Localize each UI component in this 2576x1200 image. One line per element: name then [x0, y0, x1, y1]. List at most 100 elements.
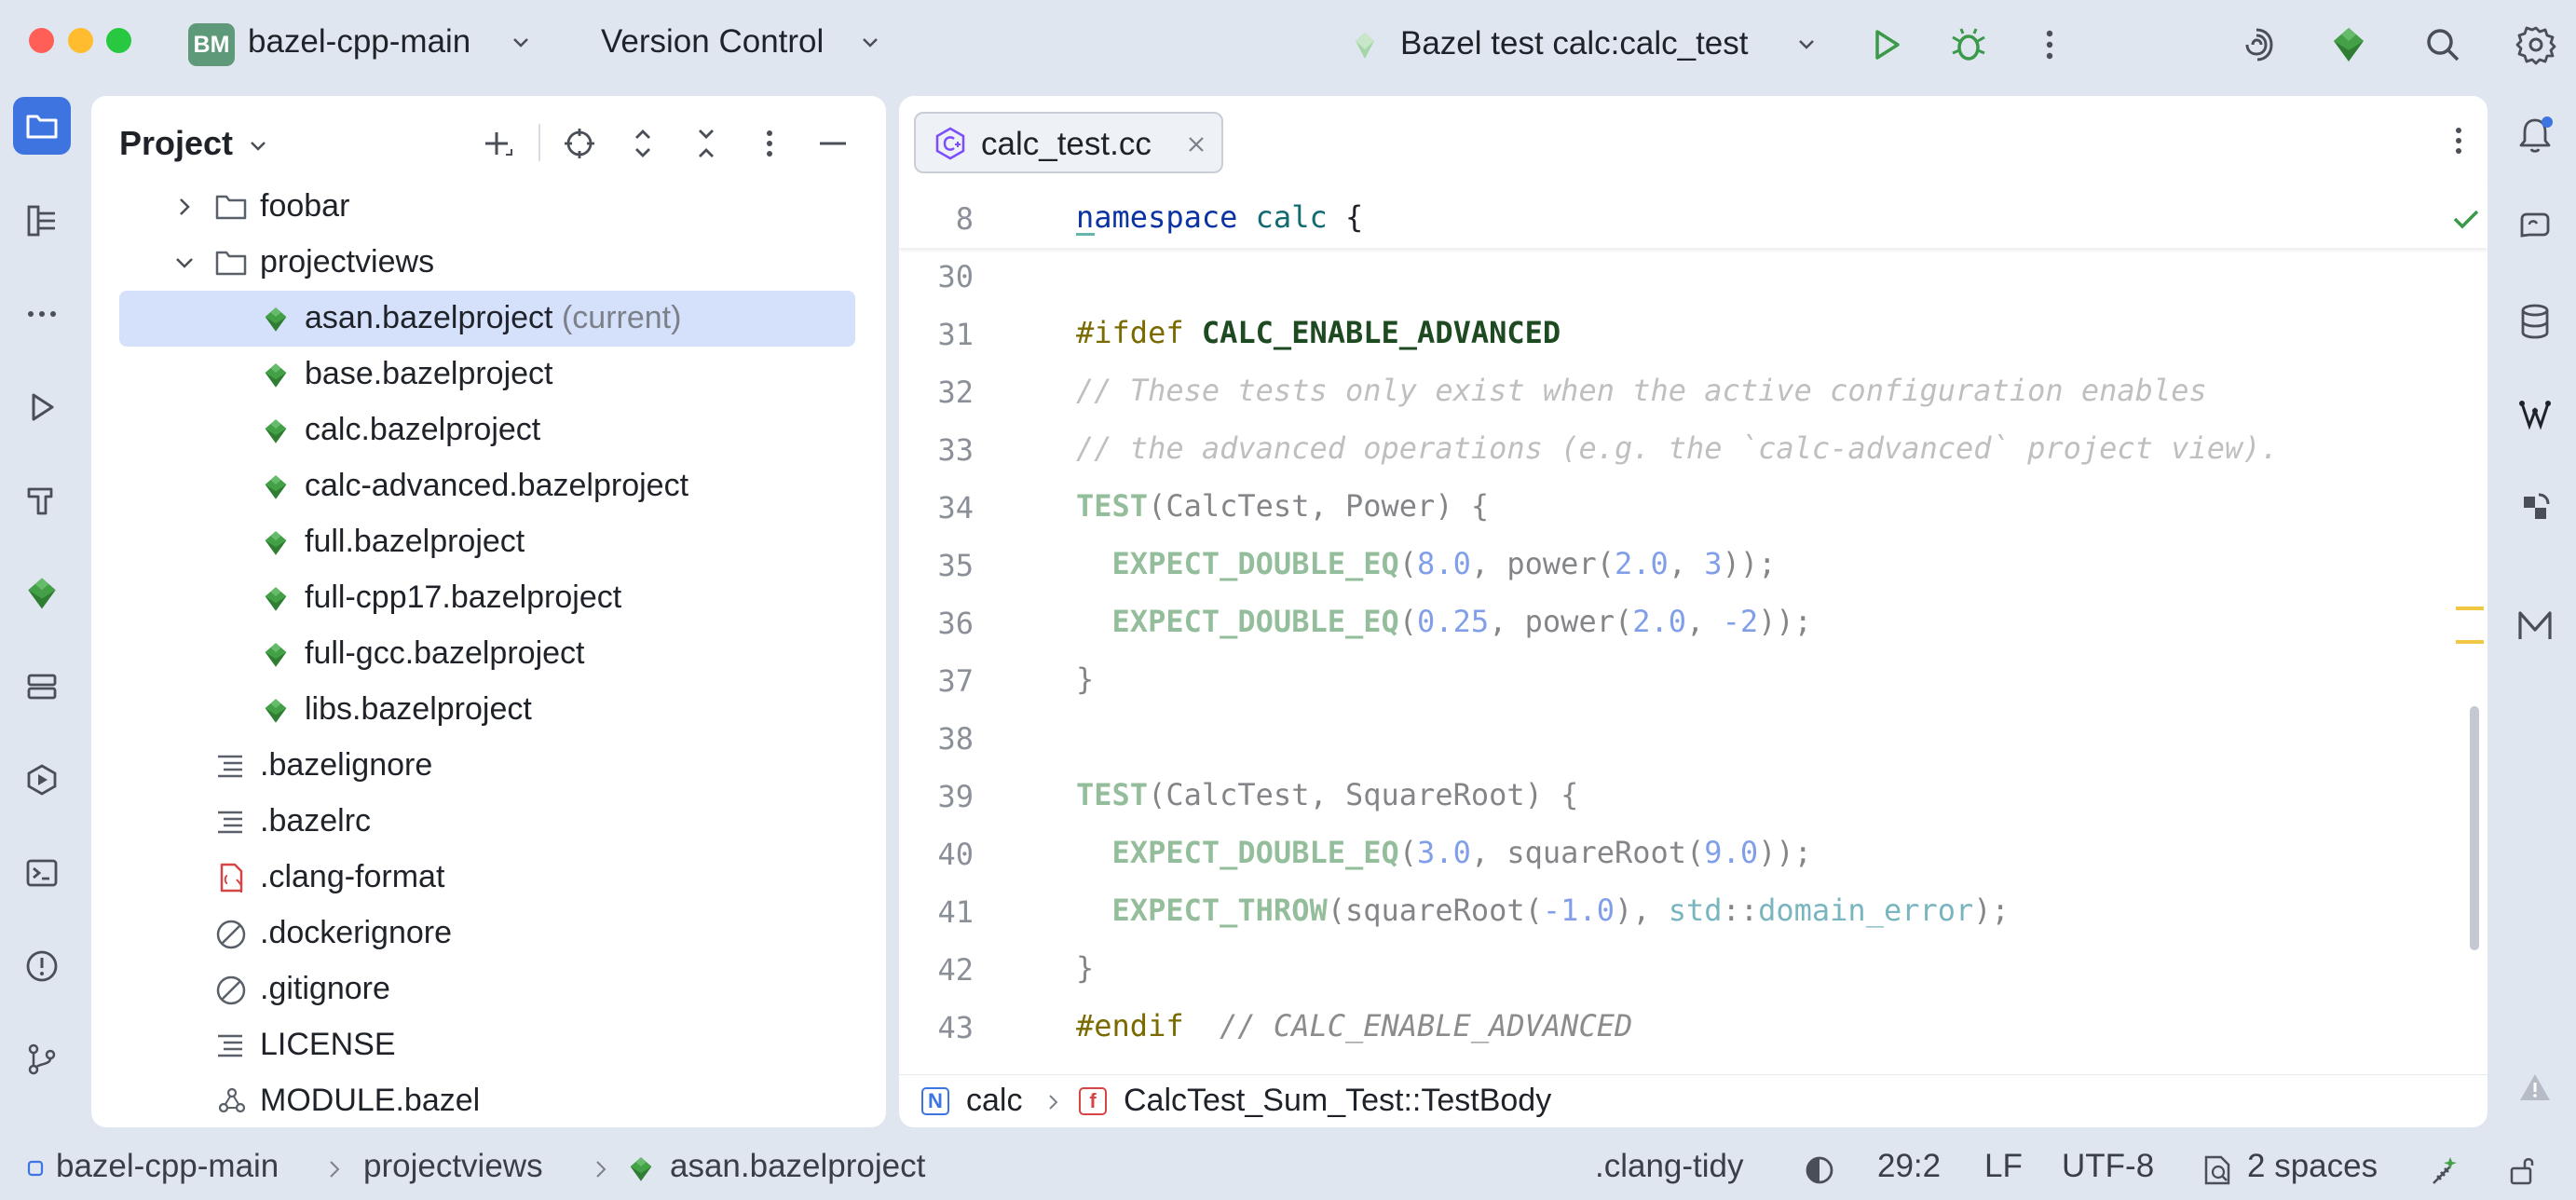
indent-widget[interactable]: 2 spaces: [2247, 1148, 2378, 1185]
code-line[interactable]: 36 EXPECT_DOUBLE_EQ(0.25, power(2.0, -2)…: [899, 594, 2427, 652]
breadcrumb-function[interactable]: CalcTest_Sum_Test::TestBody: [1124, 1083, 1551, 1119]
code-line[interactable]: 43 #endif // CALC_ENABLE_ADVANCED: [899, 999, 2427, 1057]
bazel-icon: [265, 699, 287, 723]
window-zoom-button[interactable]: [106, 28, 131, 53]
code-line[interactable]: 38: [899, 710, 2427, 768]
caret-position[interactable]: 29:2: [1877, 1148, 1941, 1185]
code-line[interactable]: 32 // These tests only exist when the ac…: [899, 363, 2427, 421]
code-line[interactable]: 39 TEST(CalcTest, SquareRoot) {: [899, 768, 2427, 825]
chevron-right-icon: [596, 1161, 607, 1178]
more-tools-button[interactable]: [13, 285, 71, 343]
new-file-button[interactable]: [473, 120, 520, 167]
code-line[interactable]: 30: [899, 248, 2427, 306]
plugin-button[interactable]: [2506, 479, 2564, 537]
tree-item-label: .dockerignore: [260, 915, 453, 950]
warning-button[interactable]: [2506, 1058, 2564, 1116]
code-line[interactable]: 33 // the advanced operations (e.g. the …: [899, 421, 2427, 479]
change-marker[interactable]: [2456, 640, 2484, 644]
database-button[interactable]: [2506, 293, 2564, 350]
tree-item-bazelproject[interactable]: libs.bazelproject: [91, 682, 886, 738]
graph-button[interactable]: [2506, 386, 2564, 443]
tree-item-bazelproject[interactable]: full-gcc.bazelproject: [91, 626, 886, 682]
change-marker[interactable]: [2456, 607, 2484, 610]
caret-underline: [1076, 233, 1095, 236]
tree-item-bazelproject[interactable]: full.bazelproject: [91, 514, 886, 570]
run-configuration-selector[interactable]: Bazel test calc:calc_test: [1400, 25, 1749, 62]
linter-widget[interactable]: .clang-tidy: [1595, 1148, 1744, 1185]
tree-item-file[interactable]: .clang-format: [91, 850, 886, 906]
search-icon[interactable]: [2420, 22, 2465, 67]
statusbar-path-project[interactable]: bazel-cpp-main: [56, 1148, 279, 1185]
code-line[interactable]: 42 }: [899, 941, 2427, 999]
file-encoding[interactable]: UTF-8: [2062, 1148, 2154, 1185]
code-line[interactable]: 37 }: [899, 652, 2427, 710]
ai-chat-button[interactable]: [2506, 199, 2564, 257]
sticky-scope-line[interactable]: 8 namespace calc {: [899, 186, 2487, 248]
tree-item-file[interactable]: .bazelignore: [91, 738, 886, 794]
settings-gear-icon[interactable]: [2514, 22, 2558, 67]
git-tool-button[interactable]: [13, 1030, 71, 1088]
chevron-right-icon[interactable]: [173, 196, 196, 218]
tree-item-file[interactable]: MODULE.bazel: [91, 1073, 886, 1127]
chevron-down-icon[interactable]: [173, 252, 196, 274]
tree-item-bazelproject[interactable]: asan.bazelproject (current): [91, 291, 886, 347]
panel-options-button[interactable]: [746, 120, 793, 167]
notifications-button[interactable]: [2506, 106, 2564, 164]
structure-tool-button[interactable]: [13, 192, 71, 250]
indent-settings-icon: [2204, 1155, 2230, 1185]
project-panel-title[interactable]: Project: [119, 124, 233, 163]
expand-all-button[interactable]: [620, 120, 666, 167]
code-line[interactable]: 31 #ifdef CALC_ENABLE_ADVANCED: [899, 306, 2427, 363]
services-tool-button[interactable]: [13, 658, 71, 716]
tree-item-bazelproject[interactable]: full-cpp17.bazelproject: [91, 570, 886, 626]
more-vertical-icon: [767, 130, 772, 157]
services-run-tool-button[interactable]: [13, 751, 71, 809]
unlock-icon[interactable]: [2506, 1153, 2540, 1187]
project-selector[interactable]: bazel-cpp-main: [248, 23, 470, 61]
window-close-button[interactable]: [29, 28, 54, 53]
breadcrumb-namespace[interactable]: calc: [966, 1083, 1022, 1119]
tree-item-file[interactable]: .gitignore: [91, 961, 886, 1017]
debug-icon[interactable]: [1946, 22, 1991, 67]
line-separator[interactable]: LF: [1984, 1148, 2023, 1185]
contrast-icon[interactable]: [1803, 1153, 1836, 1187]
editor-tab[interactable]: calc_test.cc: [914, 112, 1223, 173]
chevron-down-icon[interactable]: [246, 133, 270, 157]
code-line[interactable]: 40 EXPECT_DOUBLE_EQ(3.0, squareRoot(9.0)…: [899, 825, 2427, 883]
tree-item-bazelproject[interactable]: calc-advanced.bazelproject: [91, 458, 886, 514]
tree-item-folder[interactable]: foobar: [91, 179, 886, 235]
tree-item-file[interactable]: .bazelrc: [91, 794, 886, 850]
tree-item-folder[interactable]: projectviews: [91, 235, 886, 291]
run-icon[interactable]: [1864, 22, 1909, 67]
code-line[interactable]: 34 TEST(CalcTest, Power) {: [899, 479, 2427, 537]
tree-item-bazelproject[interactable]: calc.bazelproject: [91, 402, 886, 458]
tree-item-file[interactable]: .dockerignore: [91, 906, 886, 961]
more-vertical-icon[interactable]: [2440, 122, 2477, 159]
tree-item-label: foobar: [260, 188, 350, 224]
more-vertical-icon[interactable]: [2027, 22, 2072, 67]
collapse-all-button[interactable]: [683, 120, 729, 167]
ai-assistant-icon[interactable]: [2234, 22, 2279, 67]
statusbar-path-file[interactable]: asan.bazelproject: [670, 1148, 925, 1185]
markdown-button[interactable]: [2506, 597, 2564, 655]
locate-file-button[interactable]: [556, 120, 603, 167]
hide-panel-button[interactable]: [810, 120, 856, 167]
vertical-scrollbar[interactable]: [2470, 706, 2479, 950]
build-tool-button[interactable]: [13, 471, 71, 529]
project-badge[interactable]: BM: [188, 23, 235, 66]
code-line[interactable]: 41 EXPECT_THROW(squareRoot(-1.0), std::d…: [899, 883, 2427, 941]
project-tool-button[interactable]: [13, 97, 71, 155]
code-line[interactable]: 35 EXPECT_DOUBLE_EQ(8.0, power(2.0, 3));: [899, 537, 2427, 594]
bazel-sync-icon[interactable]: [2326, 22, 2371, 67]
code-style-icon[interactable]: [2428, 1153, 2463, 1189]
statusbar-path-folder[interactable]: projectviews: [363, 1148, 543, 1185]
run-tool-button[interactable]: [13, 378, 71, 436]
problems-tool-button[interactable]: [13, 937, 71, 995]
tree-item-bazelproject[interactable]: base.bazelproject: [91, 347, 886, 402]
window-minimize-button[interactable]: [68, 28, 93, 53]
close-icon[interactable]: [1186, 134, 1206, 155]
vcs-menu[interactable]: Version Control: [601, 23, 824, 61]
terminal-tool-button[interactable]: [13, 844, 71, 902]
bazel-tool-button[interactable]: [13, 565, 71, 622]
tree-item-file[interactable]: LICENSE: [91, 1017, 886, 1073]
